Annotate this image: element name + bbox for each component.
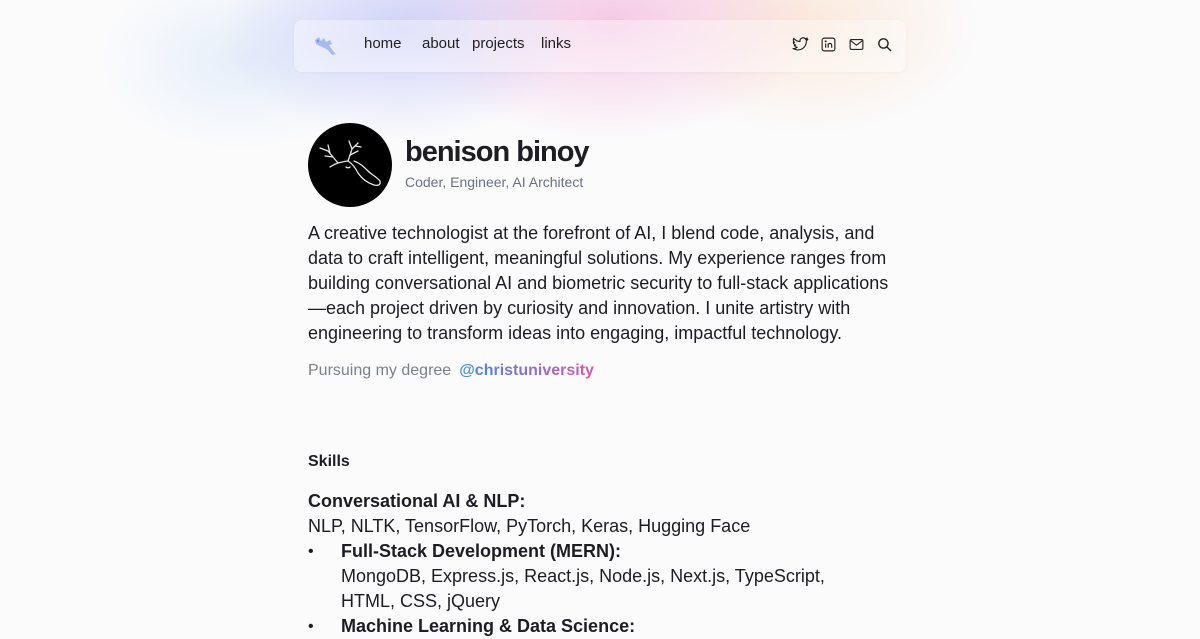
- skill-title: Machine Learning & Data Science:: [341, 616, 636, 636]
- pursuing-label: Pursuing my degree: [308, 362, 452, 379]
- logo-icon[interactable]: [312, 33, 340, 57]
- avatar: [308, 123, 392, 207]
- top-navbar: home about projects links: [294, 20, 906, 72]
- skill-detail: NLP, NLTK, TensorFlow, PyTorch, Keras, H…: [308, 516, 751, 536]
- search-icon[interactable]: [876, 36, 893, 53]
- degree-line: Pursuing my degree @christuniversity: [308, 362, 594, 380]
- bullet-marker: •: [308, 618, 314, 635]
- nav-projects-link[interactable]: projects: [472, 35, 525, 52]
- bullet-marker: •: [308, 543, 314, 560]
- deer-icon: [319, 140, 381, 187]
- skill-item: • Machine Learning & Data Science:: [308, 614, 881, 639]
- nav-links-link[interactable]: links: [541, 35, 571, 52]
- mail-icon[interactable]: [848, 36, 865, 53]
- skill-title: Conversational AI & NLP:: [308, 491, 526, 511]
- profile-tagline: Coder, Engineer, AI Architect: [405, 174, 584, 190]
- skill-item: • Full-Stack Development (MERN): MongoDB…: [308, 539, 881, 614]
- skill-detail: MongoDB, Express.js, React.js, Node.js, …: [341, 566, 825, 611]
- linkedin-icon[interactable]: [820, 36, 837, 53]
- skill-title: Full-Stack Development (MERN):: [341, 541, 622, 561]
- skills-heading: Skills: [308, 453, 350, 470]
- skill-item: Conversational AI & NLP: NLP, NLTK, Tens…: [308, 489, 898, 539]
- profile-bio: A creative technologist at the forefront…: [308, 223, 889, 343]
- nav-home-link[interactable]: home: [364, 35, 402, 52]
- university-link[interactable]: @christuniversity: [459, 362, 594, 379]
- twitter-icon[interactable]: [792, 36, 809, 53]
- nav-about-link[interactable]: about: [422, 35, 460, 52]
- profile-name: benison binoy: [405, 136, 590, 168]
